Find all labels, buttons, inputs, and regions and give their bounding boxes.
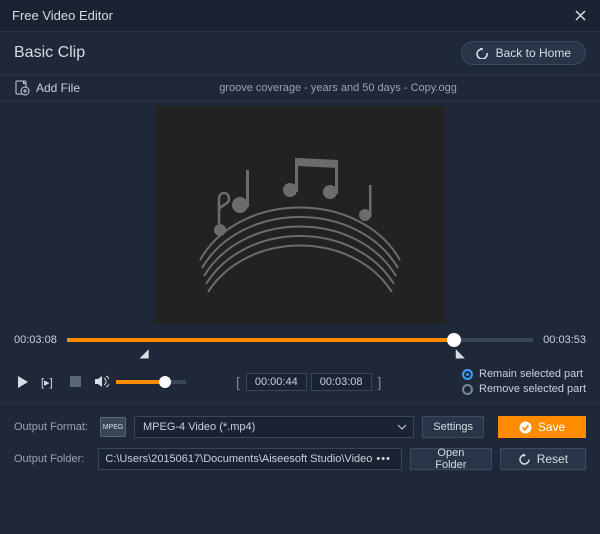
add-file-icon bbox=[14, 80, 30, 96]
timeline-knob[interactable] bbox=[447, 333, 461, 347]
step-forward-button[interactable]: [▸] bbox=[40, 373, 58, 391]
clip-end-time[interactable]: 00:03:08 bbox=[311, 373, 372, 391]
set-end-bracket-button[interactable]: ] bbox=[376, 374, 384, 390]
radio-icon bbox=[462, 369, 473, 380]
add-file-button[interactable]: Add File bbox=[14, 80, 80, 96]
add-file-label: Add File bbox=[36, 81, 80, 95]
clip-start-time[interactable]: 00:00:44 bbox=[246, 373, 307, 391]
output-format-value: MPEG-4 Video (*.mp4) bbox=[143, 421, 255, 433]
output-folder-path: C:\Users\20150617\Documents\Aiseesoft St… bbox=[105, 453, 372, 465]
back-to-home-button[interactable]: Back to Home bbox=[461, 41, 586, 65]
svg-text:[▸]: [▸] bbox=[41, 377, 53, 389]
music-placeholder-icon bbox=[180, 130, 420, 300]
stop-button[interactable] bbox=[66, 373, 84, 391]
check-circle-icon bbox=[519, 421, 532, 434]
back-arrow-icon bbox=[476, 47, 490, 59]
output-folder-label: Output Folder: bbox=[14, 453, 90, 465]
format-type-icon: MPEG bbox=[100, 417, 126, 437]
time-total: 00:03:53 bbox=[543, 334, 586, 346]
remove-label: Remove selected part bbox=[479, 383, 586, 395]
output-format-label: Output Format: bbox=[14, 421, 92, 433]
browse-folder-button[interactable]: ••• bbox=[372, 453, 395, 465]
reset-button[interactable]: Reset bbox=[500, 448, 586, 470]
close-icon[interactable] bbox=[572, 8, 588, 24]
timeline-fill bbox=[67, 338, 454, 342]
remain-selected-radio[interactable]: Remain selected part bbox=[462, 368, 586, 380]
output-folder-field[interactable]: C:\Users\20150617\Documents\Aiseesoft St… bbox=[98, 448, 402, 470]
window-title: Free Video Editor bbox=[12, 8, 113, 23]
clip-end-marker[interactable]: ◣ bbox=[456, 346, 465, 360]
chevron-down-icon bbox=[397, 421, 407, 433]
play-button[interactable] bbox=[14, 373, 32, 391]
time-current: 00:03:08 bbox=[14, 334, 57, 346]
back-label: Back to Home bbox=[496, 46, 571, 60]
save-label: Save bbox=[538, 420, 565, 434]
open-folder-button[interactable]: Open Folder bbox=[410, 448, 492, 470]
volume-icon[interactable] bbox=[92, 373, 110, 391]
timeline-track[interactable] bbox=[67, 338, 533, 342]
page-title: Basic Clip bbox=[14, 44, 85, 62]
remain-label: Remain selected part bbox=[479, 368, 583, 380]
output-format-select[interactable]: MPEG-4 Video (*.mp4) bbox=[134, 416, 414, 438]
volume-knob[interactable] bbox=[159, 376, 171, 388]
radio-icon bbox=[462, 384, 473, 395]
volume-slider[interactable] bbox=[116, 380, 186, 384]
clip-start-marker[interactable]: ◢ bbox=[140, 346, 149, 360]
remove-selected-radio[interactable]: Remove selected part bbox=[462, 383, 586, 395]
current-filename: groove coverage - years and 50 days - Co… bbox=[90, 82, 586, 94]
set-start-bracket-button[interactable]: [ bbox=[234, 374, 242, 390]
reset-icon bbox=[518, 453, 531, 466]
reset-label: Reset bbox=[537, 452, 568, 466]
settings-button[interactable]: Settings bbox=[422, 416, 484, 438]
save-button[interactable]: Save bbox=[498, 416, 586, 438]
video-preview bbox=[14, 106, 586, 324]
